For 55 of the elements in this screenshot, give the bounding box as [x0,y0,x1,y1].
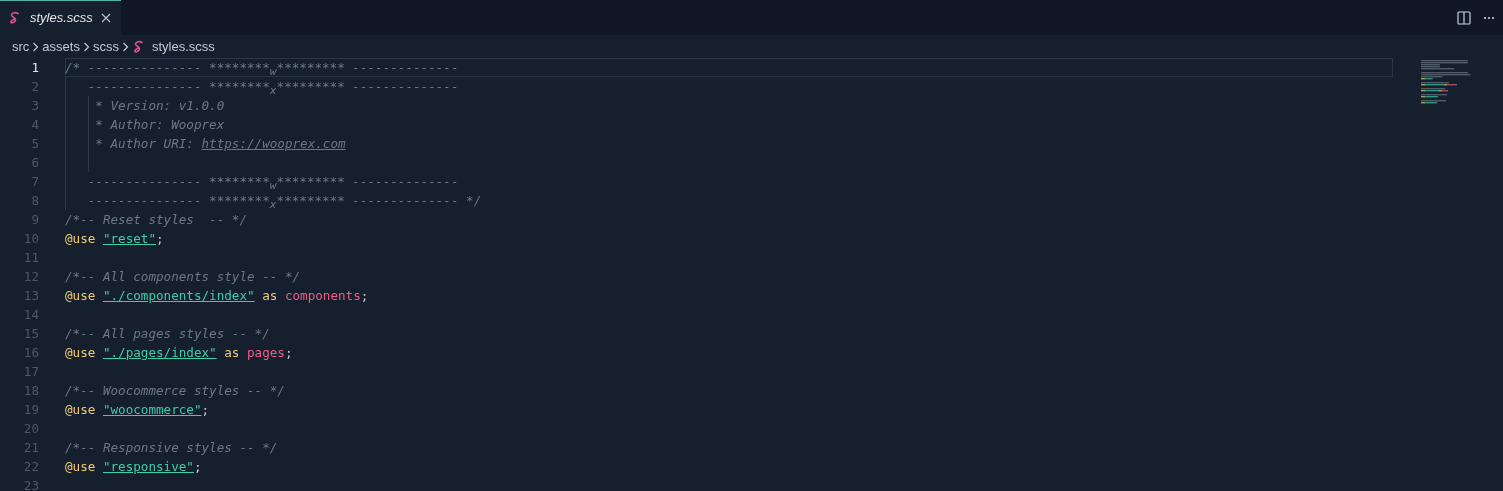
breadcrumb-item[interactable]: assets [42,39,80,54]
line-number: 10 [22,230,39,248]
code-line: --------------- ********$_{x}$********* -------------- */ [86,193,482,208]
code-line: /*-- All pages styles -- */ [65,326,270,341]
code-line: @use "./components/index" as components; [65,288,369,303]
breadcrumb-item[interactable]: scss [92,39,119,54]
line-number: 18 [22,382,39,400]
line-number: 1 [30,59,39,77]
code-line: /*-- Reset styles -- */ [65,212,247,227]
line-number: 5 [30,135,39,153]
code-line: /*-- Responsive styles -- */ [65,440,278,455]
line-number: 7 [30,173,39,191]
code-line: --------------- ********$_{x}$********* -------------- [86,79,459,94]
file-type-icon [131,39,146,54]
link[interactable]: https://wooprex.com [201,136,346,151]
chevron-icon [32,41,40,52]
line-number: 14 [22,306,39,324]
line-number: 17 [22,363,39,381]
line-number: 6 [30,154,39,172]
line-number: 8 [30,192,39,210]
line-number: 13 [22,287,39,305]
line-number: 9 [30,211,39,229]
close-icon[interactable] [100,12,111,23]
split-editor-icon[interactable] [1457,10,1471,25]
code-line: /*-- All components style -- */ [65,269,301,284]
breadcrumb-item[interactable]: styles.scss [151,39,215,54]
line-number: 3 [30,97,39,115]
code-line: * Author URI: https://wooprex.com [94,136,346,151]
code-line: /* --------------- ********$_{w}$********* -------------- [65,60,459,75]
line-number: 15 [22,325,39,343]
file-type-icon [8,10,22,25]
code-line: * Author: Wooprex [94,117,225,132]
line-number: 12 [22,268,39,286]
line-number: 16 [22,344,39,362]
editor-tab[interactable]: styles.scss [0,0,121,35]
code-line: @use "./pages/index" as pages; [65,345,293,360]
code-line: @use "reset"; [65,231,164,246]
line-number: 2 [30,78,39,96]
line-number: 19 [22,401,39,419]
line-number: 20 [22,420,39,438]
code-line: @use "responsive"; [65,459,202,474]
chevron-icon [82,41,90,52]
more-icon[interactable] [1483,15,1495,20]
breadcrumb-item[interactable]: src [12,39,30,54]
code-line: @use "woocommerce"; [65,402,210,417]
line-number: 21 [22,439,39,457]
line-number: 23 [22,477,39,491]
code-line: --------------- ********$_{w}$********* -------------- [86,174,459,189]
line-number: 11 [22,249,39,267]
line-number: 4 [30,116,39,134]
chevron-icon [121,41,129,52]
code-line: /*-- Woocommerce styles -- */ [65,383,285,398]
minimap[interactable] [1421,60,1471,104]
line-number: 22 [22,458,39,476]
code-line: * Version: v1.0.0 [94,98,225,113]
